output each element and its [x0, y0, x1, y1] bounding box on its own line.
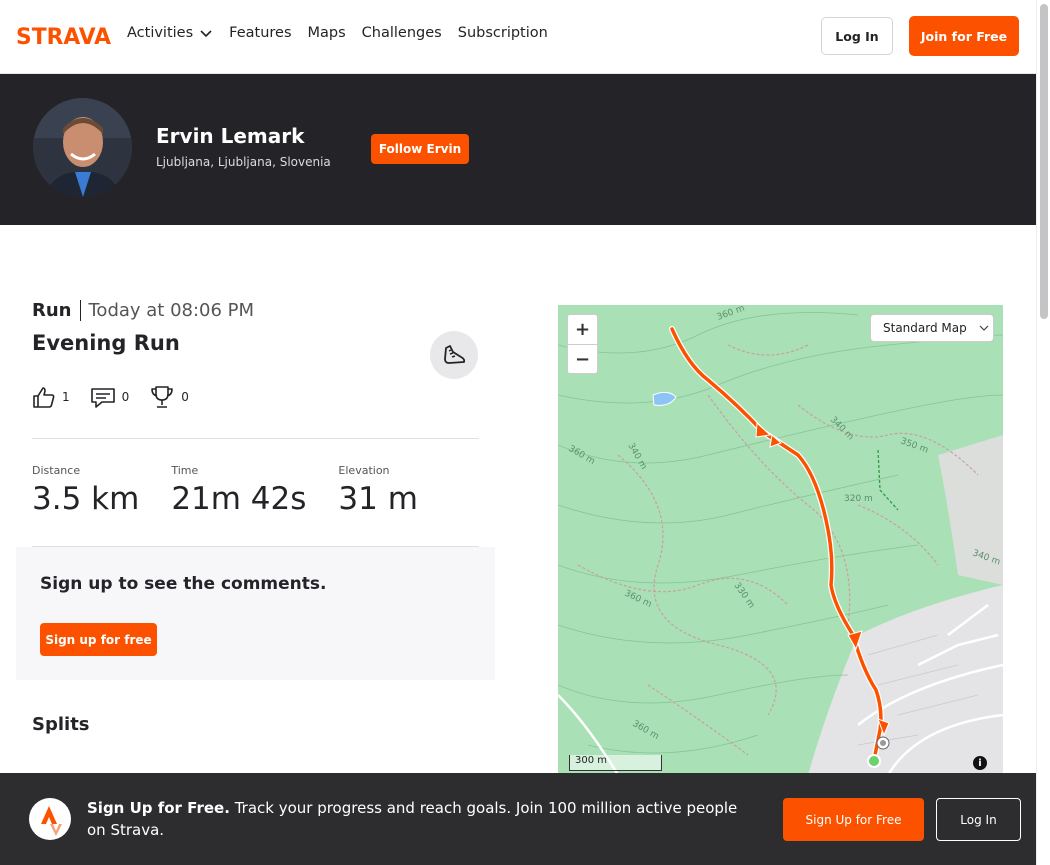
nav-activities[interactable]: Activities: [127, 25, 213, 41]
info-icon[interactable]: i: [973, 756, 987, 770]
nav-challenges-label: Challenges: [361, 25, 442, 41]
zoom-in-button[interactable]: +: [568, 315, 597, 344]
stat-value: 3.5 km: [32, 481, 140, 517]
nav-features[interactable]: Features: [229, 25, 291, 41]
comments-signup-panel: Sign up to see the comments. Sign up for…: [16, 547, 495, 680]
route-map[interactable]: 360 m 360 m 340 m 340 m 350 m 320 m 340 …: [558, 305, 1003, 775]
athlete-photo: [33, 98, 132, 197]
comments-count: 0: [121, 390, 130, 404]
follow-button[interactable]: Follow Ervin: [371, 134, 469, 164]
scrollbar[interactable]: [1036, 0, 1050, 865]
avatar[interactable]: [33, 98, 132, 197]
zoom-controls: + −: [567, 314, 598, 374]
signup-banner-text: Sign Up for Free. Track your progress an…: [87, 797, 757, 841]
kudos[interactable]: 1: [32, 385, 70, 409]
athlete-name[interactable]: Ervin Lemark: [156, 124, 304, 148]
comments-prompt: Sign up to see the comments.: [40, 574, 327, 594]
nav-subscription-label: Subscription: [457, 25, 548, 41]
chevron-down-icon: [200, 30, 212, 38]
signup-free-button[interactable]: Sign up for free: [40, 623, 157, 656]
stat-label: Elevation: [338, 464, 390, 477]
activity-heading: Run Today at 08:06 PM: [32, 300, 254, 321]
contour-label: 320 m: [844, 494, 873, 504]
trophy-icon: [151, 386, 174, 408]
stat-label: Distance: [32, 464, 81, 477]
stat-elevation: Elevation 31 m: [338, 464, 418, 517]
stat-value: 21m 42s: [171, 481, 307, 517]
nav-links: Activities Features Maps Challenges Subs…: [127, 25, 548, 41]
shoe-icon: [444, 345, 466, 364]
strava-logo[interactable]: STRAVA: [16, 26, 111, 46]
activity-title: Evening Run: [32, 331, 180, 355]
splits-title: Splits: [32, 714, 90, 735]
athlete-location: Ljubljana, Ljubljana, Slovenia: [156, 155, 331, 169]
divider: [32, 438, 479, 439]
chevron-down-icon: [979, 325, 989, 331]
stat-value: 31 m: [338, 481, 418, 517]
nav-maps-label: Maps: [307, 25, 346, 41]
activity-stats: Distance 3.5 km Time 21m 42s Elevation 3…: [32, 464, 450, 517]
gear-shoe-button[interactable]: [430, 331, 478, 379]
strava-app-icon: [29, 798, 71, 840]
svg-text:STRAVA: STRAVA: [16, 26, 111, 46]
nav-activities-label: Activities: [127, 25, 194, 41]
activity-date: Today at 08:06 PM: [88, 300, 255, 321]
finish-marker-center: [880, 740, 886, 746]
stat-time: Time 21m 42s: [171, 464, 306, 517]
login-button[interactable]: Log In: [821, 17, 893, 55]
athlete-header: Ervin Lemark Ljubljana, Ljubljana, Slove…: [0, 74, 1036, 225]
start-marker-icon: [867, 754, 881, 768]
signup-for-free-button[interactable]: Sign Up for Free: [783, 798, 924, 841]
banner-login-button[interactable]: Log In: [936, 798, 1021, 841]
activity-type: Run: [32, 300, 81, 321]
social-counts: 1 0 0: [32, 384, 189, 410]
comments-count-group[interactable]: 0: [90, 385, 130, 409]
stat-distance: Distance 3.5 km: [32, 464, 139, 517]
map-scale: 300 m: [569, 755, 662, 771]
top-navigation: STRAVA Activities Features Maps Challeng…: [0, 0, 1036, 74]
achievements[interactable]: 0: [149, 384, 189, 410]
signup-banner-headline: Sign Up for Free.: [87, 799, 230, 817]
map-style-select[interactable]: Standard Map: [870, 314, 994, 342]
join-for-free-button[interactable]: Join for Free: [909, 16, 1019, 56]
comment-icon: [90, 388, 115, 408]
nav-features-label: Features: [229, 25, 292, 41]
zoom-out-button[interactable]: −: [568, 344, 597, 373]
kudos-count: 1: [62, 390, 70, 404]
signup-banner: Sign Up for Free. Track your progress an…: [0, 773, 1036, 865]
nav-challenges[interactable]: Challenges: [362, 25, 442, 41]
nav-maps[interactable]: Maps: [308, 25, 346, 41]
scrollbar-thumb[interactable]: [1040, 4, 1048, 319]
nav-subscription[interactable]: Subscription: [458, 25, 548, 41]
achievements-count: 0: [181, 390, 189, 404]
map-canvas[interactable]: 360 m 360 m 340 m 340 m 350 m 320 m 340 …: [558, 305, 1003, 775]
map-style-value: Standard Map: [883, 321, 967, 335]
stat-label: Time: [171, 464, 199, 477]
thumbs-up-icon: [33, 387, 55, 408]
